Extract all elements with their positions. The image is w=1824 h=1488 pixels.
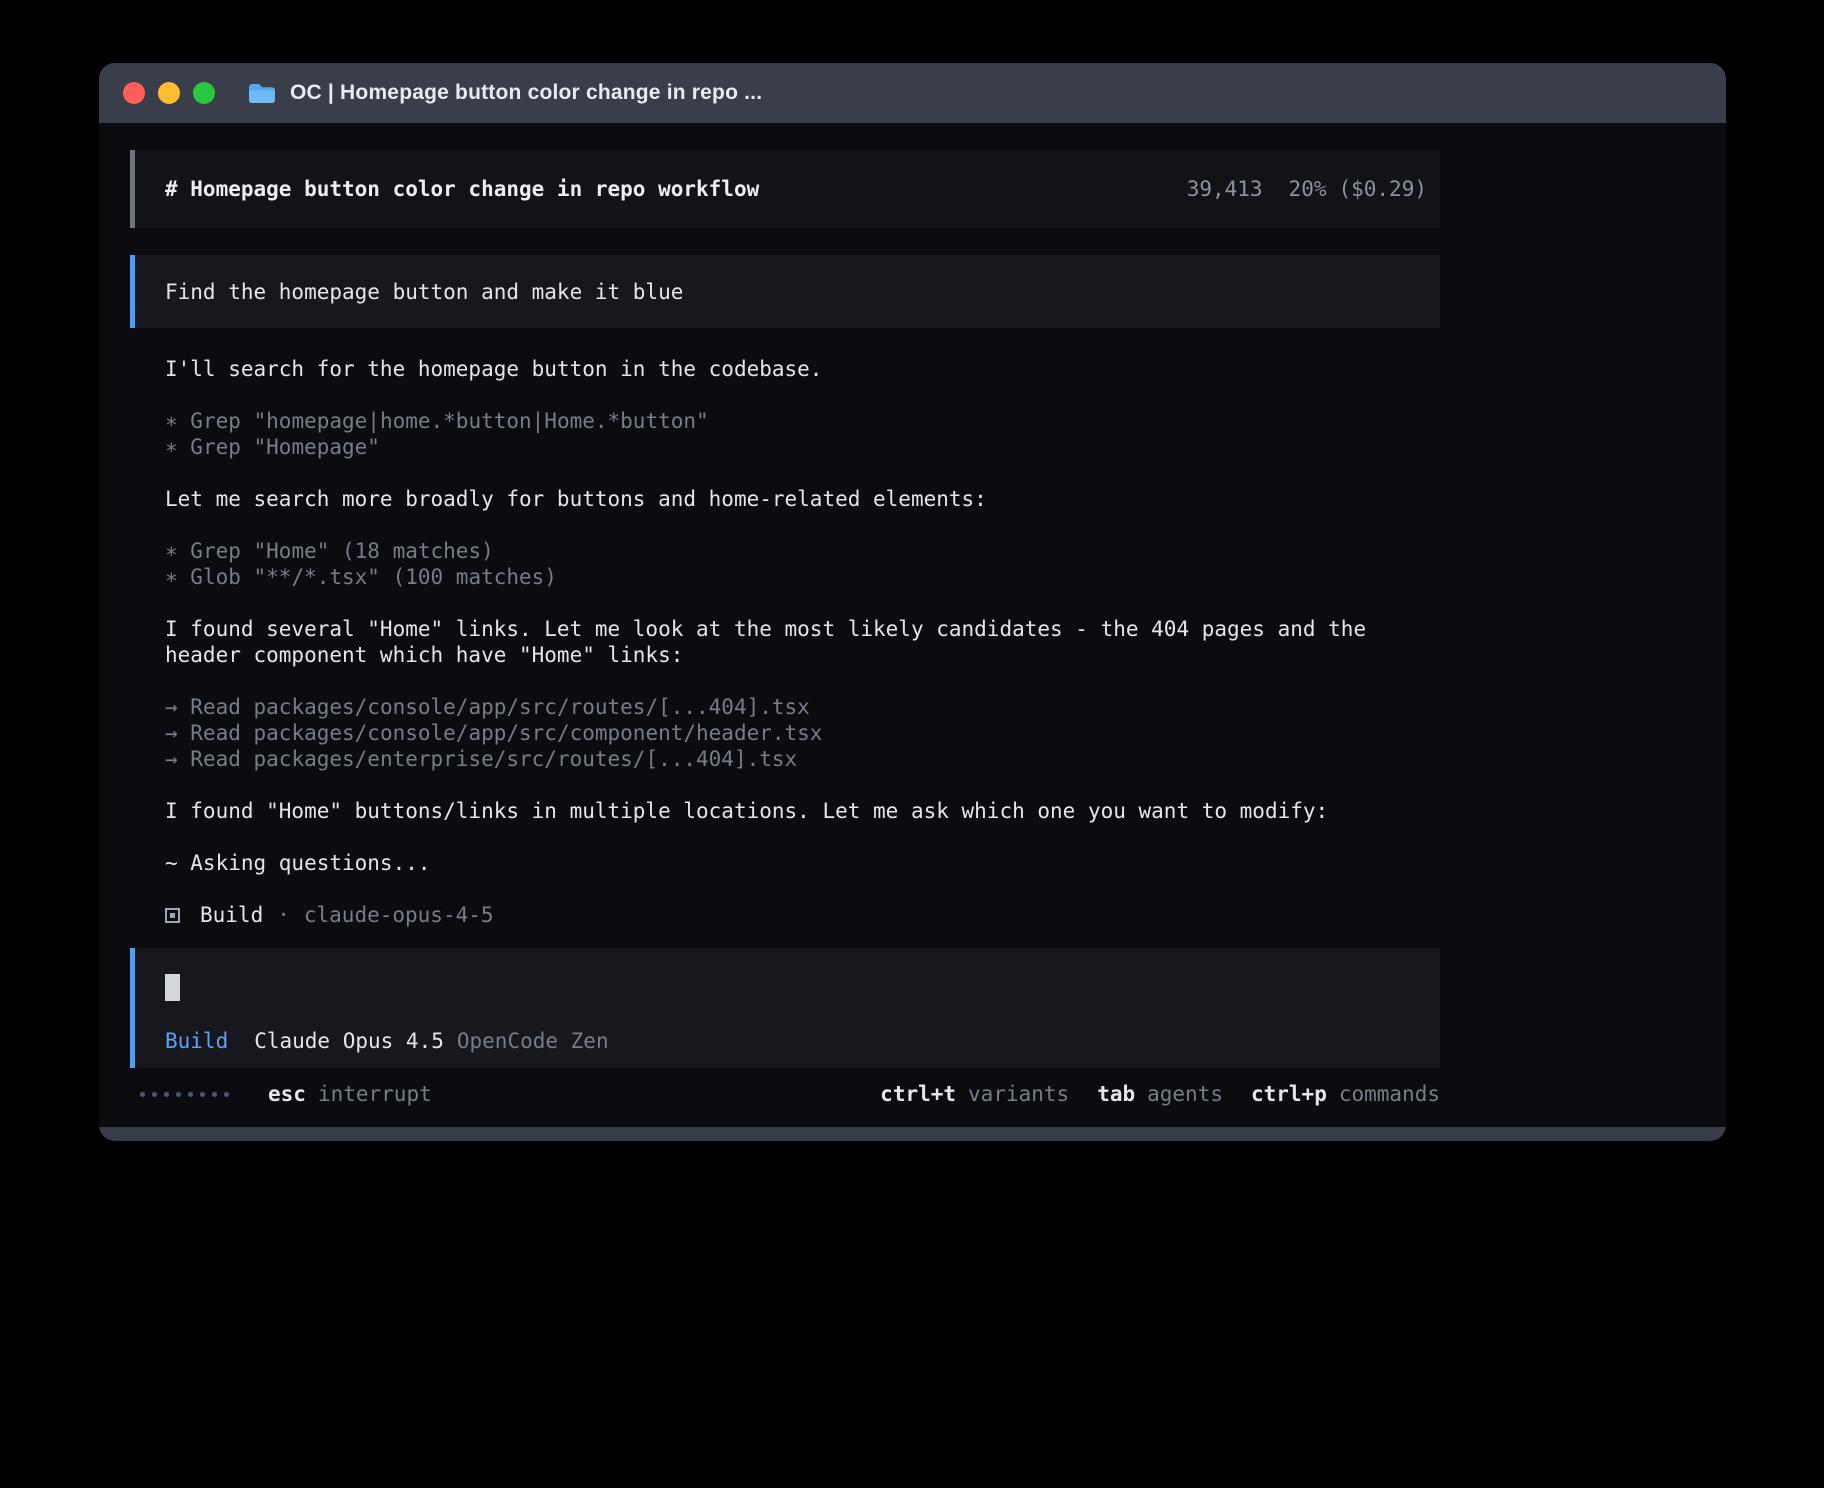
commands-hint: ctrl+p commands — [1251, 1081, 1440, 1107]
agent-name: Build — [200, 902, 263, 928]
zoom-button[interactable] — [193, 82, 215, 104]
input-agent-label: Build — [165, 1028, 228, 1054]
session-header: # Homepage button color change in repo w… — [130, 150, 1440, 228]
spinner-icon — [140, 1092, 229, 1097]
variants-hint: ctrl+t variants — [880, 1081, 1069, 1107]
read-tool-icon: → — [165, 695, 190, 719]
input-provider-label: OpenCode Zen — [457, 1028, 609, 1054]
prompt-input[interactable]: Build Claude Opus 4.5 OpenCode Zen — [130, 948, 1440, 1068]
agent-model: claude-opus-4-5 — [304, 902, 494, 928]
model-status-line: Build Claude Opus 4.5 OpenCode Zen — [165, 1028, 1410, 1054]
status-bar: esc interrupt ctrl+t variants tab agents — [130, 1081, 1440, 1107]
traffic-lights — [123, 82, 215, 104]
agents-hint: tab agents — [1097, 1081, 1223, 1107]
tool-call-text: Grep "homepage|home.*button|Home.*button… — [190, 409, 708, 433]
tab-key-label: tab — [1097, 1081, 1135, 1107]
read-tool-icon: → — [165, 747, 190, 771]
input-model-label: Claude Opus 4.5 — [254, 1028, 444, 1054]
tool-call-group: → Read packages/console/app/src/routes/[… — [165, 694, 1440, 772]
tool-call-glob: ∗ Glob "**/*.tsx" (100 matches) — [165, 564, 1440, 590]
text-cursor — [165, 974, 180, 1001]
tool-call-grep: ∗ Grep "Homepage" — [165, 434, 1440, 460]
commands-label: commands — [1339, 1081, 1440, 1107]
agent-icon — [165, 908, 180, 923]
assistant-paragraph: I'll search for the homepage button in t… — [165, 356, 1440, 382]
grep-tool-icon: ∗ — [165, 409, 190, 433]
tool-call-group: ∗ Grep "homepage|home.*button|Home.*butt… — [165, 408, 1440, 460]
window-title: OC | Homepage button color change in rep… — [290, 81, 762, 105]
tool-call-text: Grep "Homepage" — [190, 435, 380, 459]
tool-call-grep: ∗ Grep "Home" (18 matches) — [165, 538, 1440, 564]
token-count: 39,413 — [1187, 176, 1263, 202]
tool-call-read: → Read packages/console/app/src/routes/[… — [165, 694, 1440, 720]
ctrl-t-key-label: ctrl+t — [880, 1081, 956, 1107]
user-message-text: Find the homepage button and make it blu… — [165, 279, 683, 305]
read-tool-icon: → — [165, 721, 190, 745]
session-stats: 39,413 20% ($0.29) — [1187, 176, 1427, 202]
variants-label: variants — [968, 1081, 1069, 1107]
grep-tool-icon: ∗ — [165, 435, 190, 459]
title-group: OC | Homepage button color change in rep… — [247, 81, 762, 105]
desktop: OC | Homepage button color change in rep… — [0, 0, 1824, 1488]
esc-key-label: esc — [268, 1081, 306, 1107]
terminal-window: OC | Homepage button color change in rep… — [99, 63, 1726, 1141]
terminal-screen[interactable]: # Homepage button color change in repo w… — [99, 123, 1726, 1127]
session-cost: ($0.29) — [1338, 176, 1427, 202]
minimize-button[interactable] — [158, 82, 180, 104]
tool-call-text: Read packages/enterprise/src/routes/[...… — [190, 747, 797, 771]
keyboard-hints: ctrl+t variants tab agents ctrl+p comman… — [880, 1081, 1440, 1107]
session-title: # Homepage button color change in repo w… — [165, 176, 759, 202]
interrupt-hint: esc interrupt — [268, 1081, 432, 1107]
grep-tool-icon: ∗ — [165, 539, 190, 563]
assistant-paragraph: I found several "Home" links. Let me loo… — [165, 616, 1440, 668]
titlebar[interactable]: OC | Homepage button color change in rep… — [99, 63, 1726, 123]
tool-call-text: Glob "**/*.tsx" (100 matches) — [190, 565, 557, 589]
assistant-paragraph: Let me search more broadly for buttons a… — [165, 486, 1440, 512]
assistant-paragraph: I found "Home" buttons/links in multiple… — [165, 798, 1440, 824]
tool-call-text: Read packages/console/app/src/routes/[..… — [190, 695, 810, 719]
session-content: # Homepage button color change in repo w… — [130, 150, 1440, 1107]
tool-call-group: ∗ Grep "Home" (18 matches) ∗ Glob "**/*.… — [165, 538, 1440, 590]
assistant-status-text: ~ Asking questions... — [165, 850, 1440, 876]
tool-call-read: → Read packages/console/app/src/componen… — [165, 720, 1440, 746]
ctrl-p-key-label: ctrl+p — [1251, 1081, 1327, 1107]
interrupt-label: interrupt — [318, 1081, 432, 1107]
agent-status-line: Build · claude-opus-4-5 — [165, 902, 1440, 928]
tool-call-text: Read packages/console/app/src/component/… — [190, 721, 822, 745]
tool-call-text: Grep "Home" (18 matches) — [190, 539, 493, 563]
tool-call-read: → Read packages/enterprise/src/routes/[.… — [165, 746, 1440, 772]
glob-tool-icon: ∗ — [165, 565, 190, 589]
agent-separator: · — [277, 902, 290, 928]
folder-icon — [247, 81, 277, 105]
agents-label: agents — [1147, 1081, 1223, 1107]
context-percent: 20% — [1289, 176, 1327, 202]
close-button[interactable] — [123, 82, 145, 104]
user-message: Find the homepage button and make it blu… — [130, 255, 1440, 328]
tool-call-grep: ∗ Grep "homepage|home.*button|Home.*butt… — [165, 408, 1440, 434]
conversation: I'll search for the homepage button in t… — [130, 356, 1440, 928]
